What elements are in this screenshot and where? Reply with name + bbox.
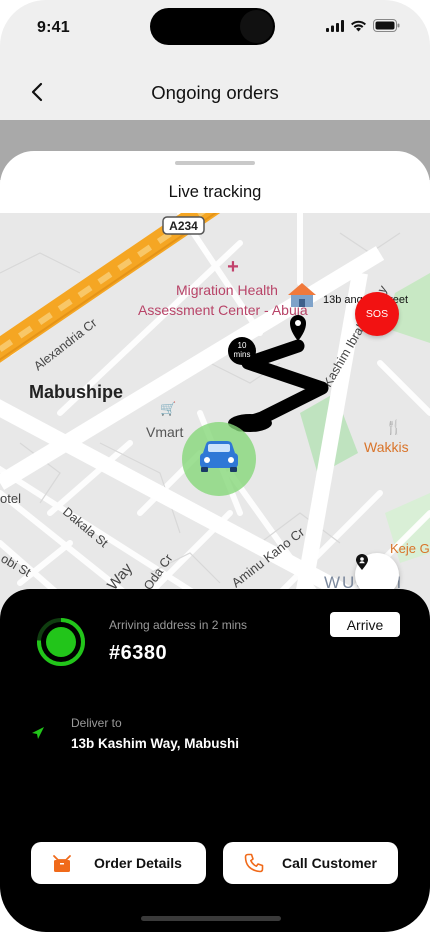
drag-handle[interactable] — [175, 161, 255, 165]
sos-button[interactable]: SOS — [355, 292, 399, 336]
eta-badge-value: 10 — [238, 341, 247, 350]
arriving-text: Arriving address in 2 mins — [109, 618, 248, 632]
map-label-migration: Migration Health — [176, 282, 278, 298]
progress-ring-icon — [37, 618, 85, 666]
home-indicator[interactable] — [141, 916, 281, 921]
call-customer-button[interactable]: Call Customer — [223, 842, 398, 884]
map-label-keje: Keje G — [390, 541, 430, 556]
status-time: 9:41 — [37, 19, 70, 36]
page-title: Ongoing orders — [151, 82, 279, 103]
restaurant-icon: 🍴 — [385, 419, 402, 436]
order-details-label: Order Details — [94, 855, 182, 871]
phone-screen: 9:41 Ongoing orders Live tracking A234 +… — [0, 0, 430, 932]
map-label-mabushipe: Mabushipe — [29, 382, 123, 402]
arrive-button[interactable]: Arrive — [330, 612, 400, 637]
road-sign-label: A234 — [169, 219, 198, 233]
dynamic-island — [150, 8, 275, 45]
order-id: #6380 — [109, 642, 168, 664]
signal-icon — [326, 19, 344, 32]
call-customer-label: Call Customer — [282, 855, 377, 871]
deliver-to-label: Deliver to — [71, 716, 122, 730]
navigation-arrow-icon — [32, 727, 44, 739]
map-label-wakkis: Wakkis — [364, 439, 409, 455]
battery-icon — [373, 19, 400, 32]
live-tracking-title: Live tracking — [168, 183, 262, 201]
app-header: Ongoing orders — [0, 62, 430, 120]
order-details-button[interactable]: Order Details — [31, 842, 206, 884]
order-sheet: Arriving address in 2 mins #6380 Arrive … — [0, 589, 430, 932]
map-label-migration-2: Assessment Center - Abuja — [138, 302, 308, 318]
medical-cross-icon: + — [227, 256, 239, 278]
shopping-cart-icon: 🛒 — [160, 401, 176, 417]
shopping-bag-icon — [53, 855, 71, 872]
person-pin-icon — [356, 554, 368, 570]
map-view[interactable]: A234 + Migration Health Assessment Cente… — [0, 213, 430, 613]
status-bar: 9:41 — [0, 0, 430, 60]
phone-icon — [244, 853, 264, 873]
map-label-vmart: Vmart — [146, 424, 183, 440]
delivery-address: 13b Kashim Way, Mabushi — [71, 736, 240, 751]
status-icons — [326, 19, 400, 32]
map-label-hotel: otel — [0, 491, 21, 506]
wifi-icon — [351, 20, 366, 31]
eta-badge-unit: mins — [234, 350, 251, 359]
car-icon — [200, 441, 238, 472]
